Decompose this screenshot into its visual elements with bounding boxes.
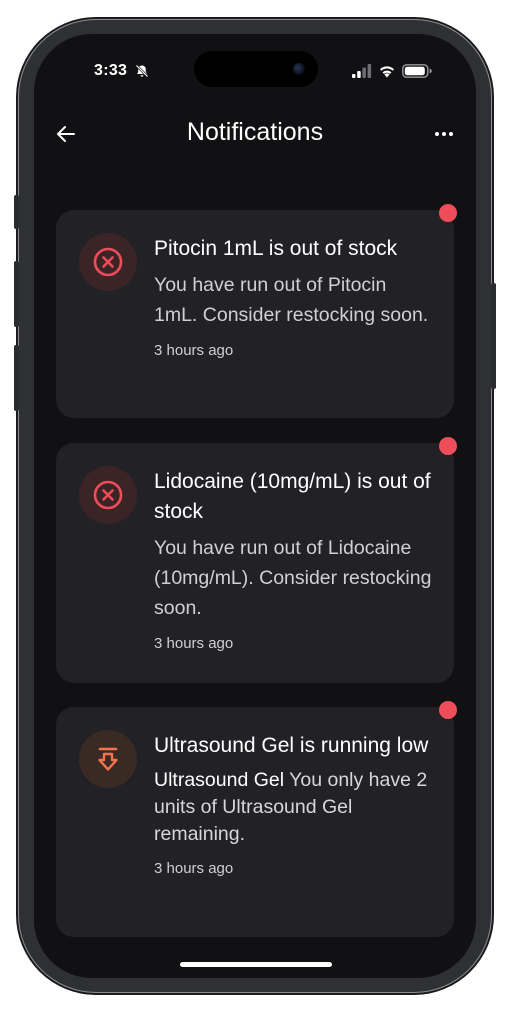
camera-icon (293, 63, 305, 75)
notification-body: Ultrasound Gel You only have 2 units of … (154, 767, 432, 848)
notification-icon-wrapper (79, 730, 137, 788)
more-options-icon[interactable] (432, 122, 456, 146)
unread-dot (439, 701, 457, 719)
status-indicators (352, 64, 432, 78)
unread-dot (439, 204, 457, 222)
status-time: 3:33 (94, 62, 128, 79)
dynamic-island (194, 51, 318, 87)
battery-icon (402, 64, 432, 78)
low-stock-arrow-icon (98, 747, 118, 771)
notification-body: You have run out of Lidocaine (10mg/mL).… (154, 537, 432, 619)
notification-title: Lidocaine (10mg/mL) is out of stock (154, 470, 431, 523)
screen: 3:33 Notifications Pitocin 1mL is out of… (34, 34, 476, 978)
notification-time: 3 hours ago (154, 342, 234, 359)
wifi-icon (380, 66, 394, 78)
power-button (491, 283, 496, 389)
volume-up-button (14, 261, 19, 327)
notification-title: Ultrasound Gel is running low (154, 734, 429, 757)
unread-dot (439, 437, 457, 455)
x-circle-icon (93, 480, 123, 510)
notification-body-product: Ultrasound Gel (154, 769, 285, 791)
notification-card[interactable]: Pitocin 1mL is out of stock You have run… (56, 210, 454, 418)
x-circle-icon (93, 247, 123, 277)
notification-icon-wrapper (79, 466, 137, 524)
bell-off-icon (135, 64, 149, 78)
page-title: Notifications (186, 118, 324, 146)
mute-switch (14, 195, 19, 229)
cellular-signal-icon (352, 64, 372, 78)
notification-body: You have run out of Pitocin 1mL. Conside… (154, 274, 429, 326)
notification-icon-wrapper (79, 233, 137, 291)
nav-bar: Notifications (34, 114, 476, 154)
notification-title: Pitocin 1mL is out of stock (154, 237, 398, 260)
home-indicator[interactable] (180, 962, 332, 967)
notification-time: 3 hours ago (154, 635, 234, 652)
notification-card[interactable]: Ultrasound Gel is running low Ultrasound… (56, 707, 454, 937)
volume-down-button (14, 345, 19, 411)
notification-time: 3 hours ago (154, 860, 234, 877)
notification-card[interactable]: Lidocaine (10mg/mL) is out of stock You … (56, 443, 454, 683)
